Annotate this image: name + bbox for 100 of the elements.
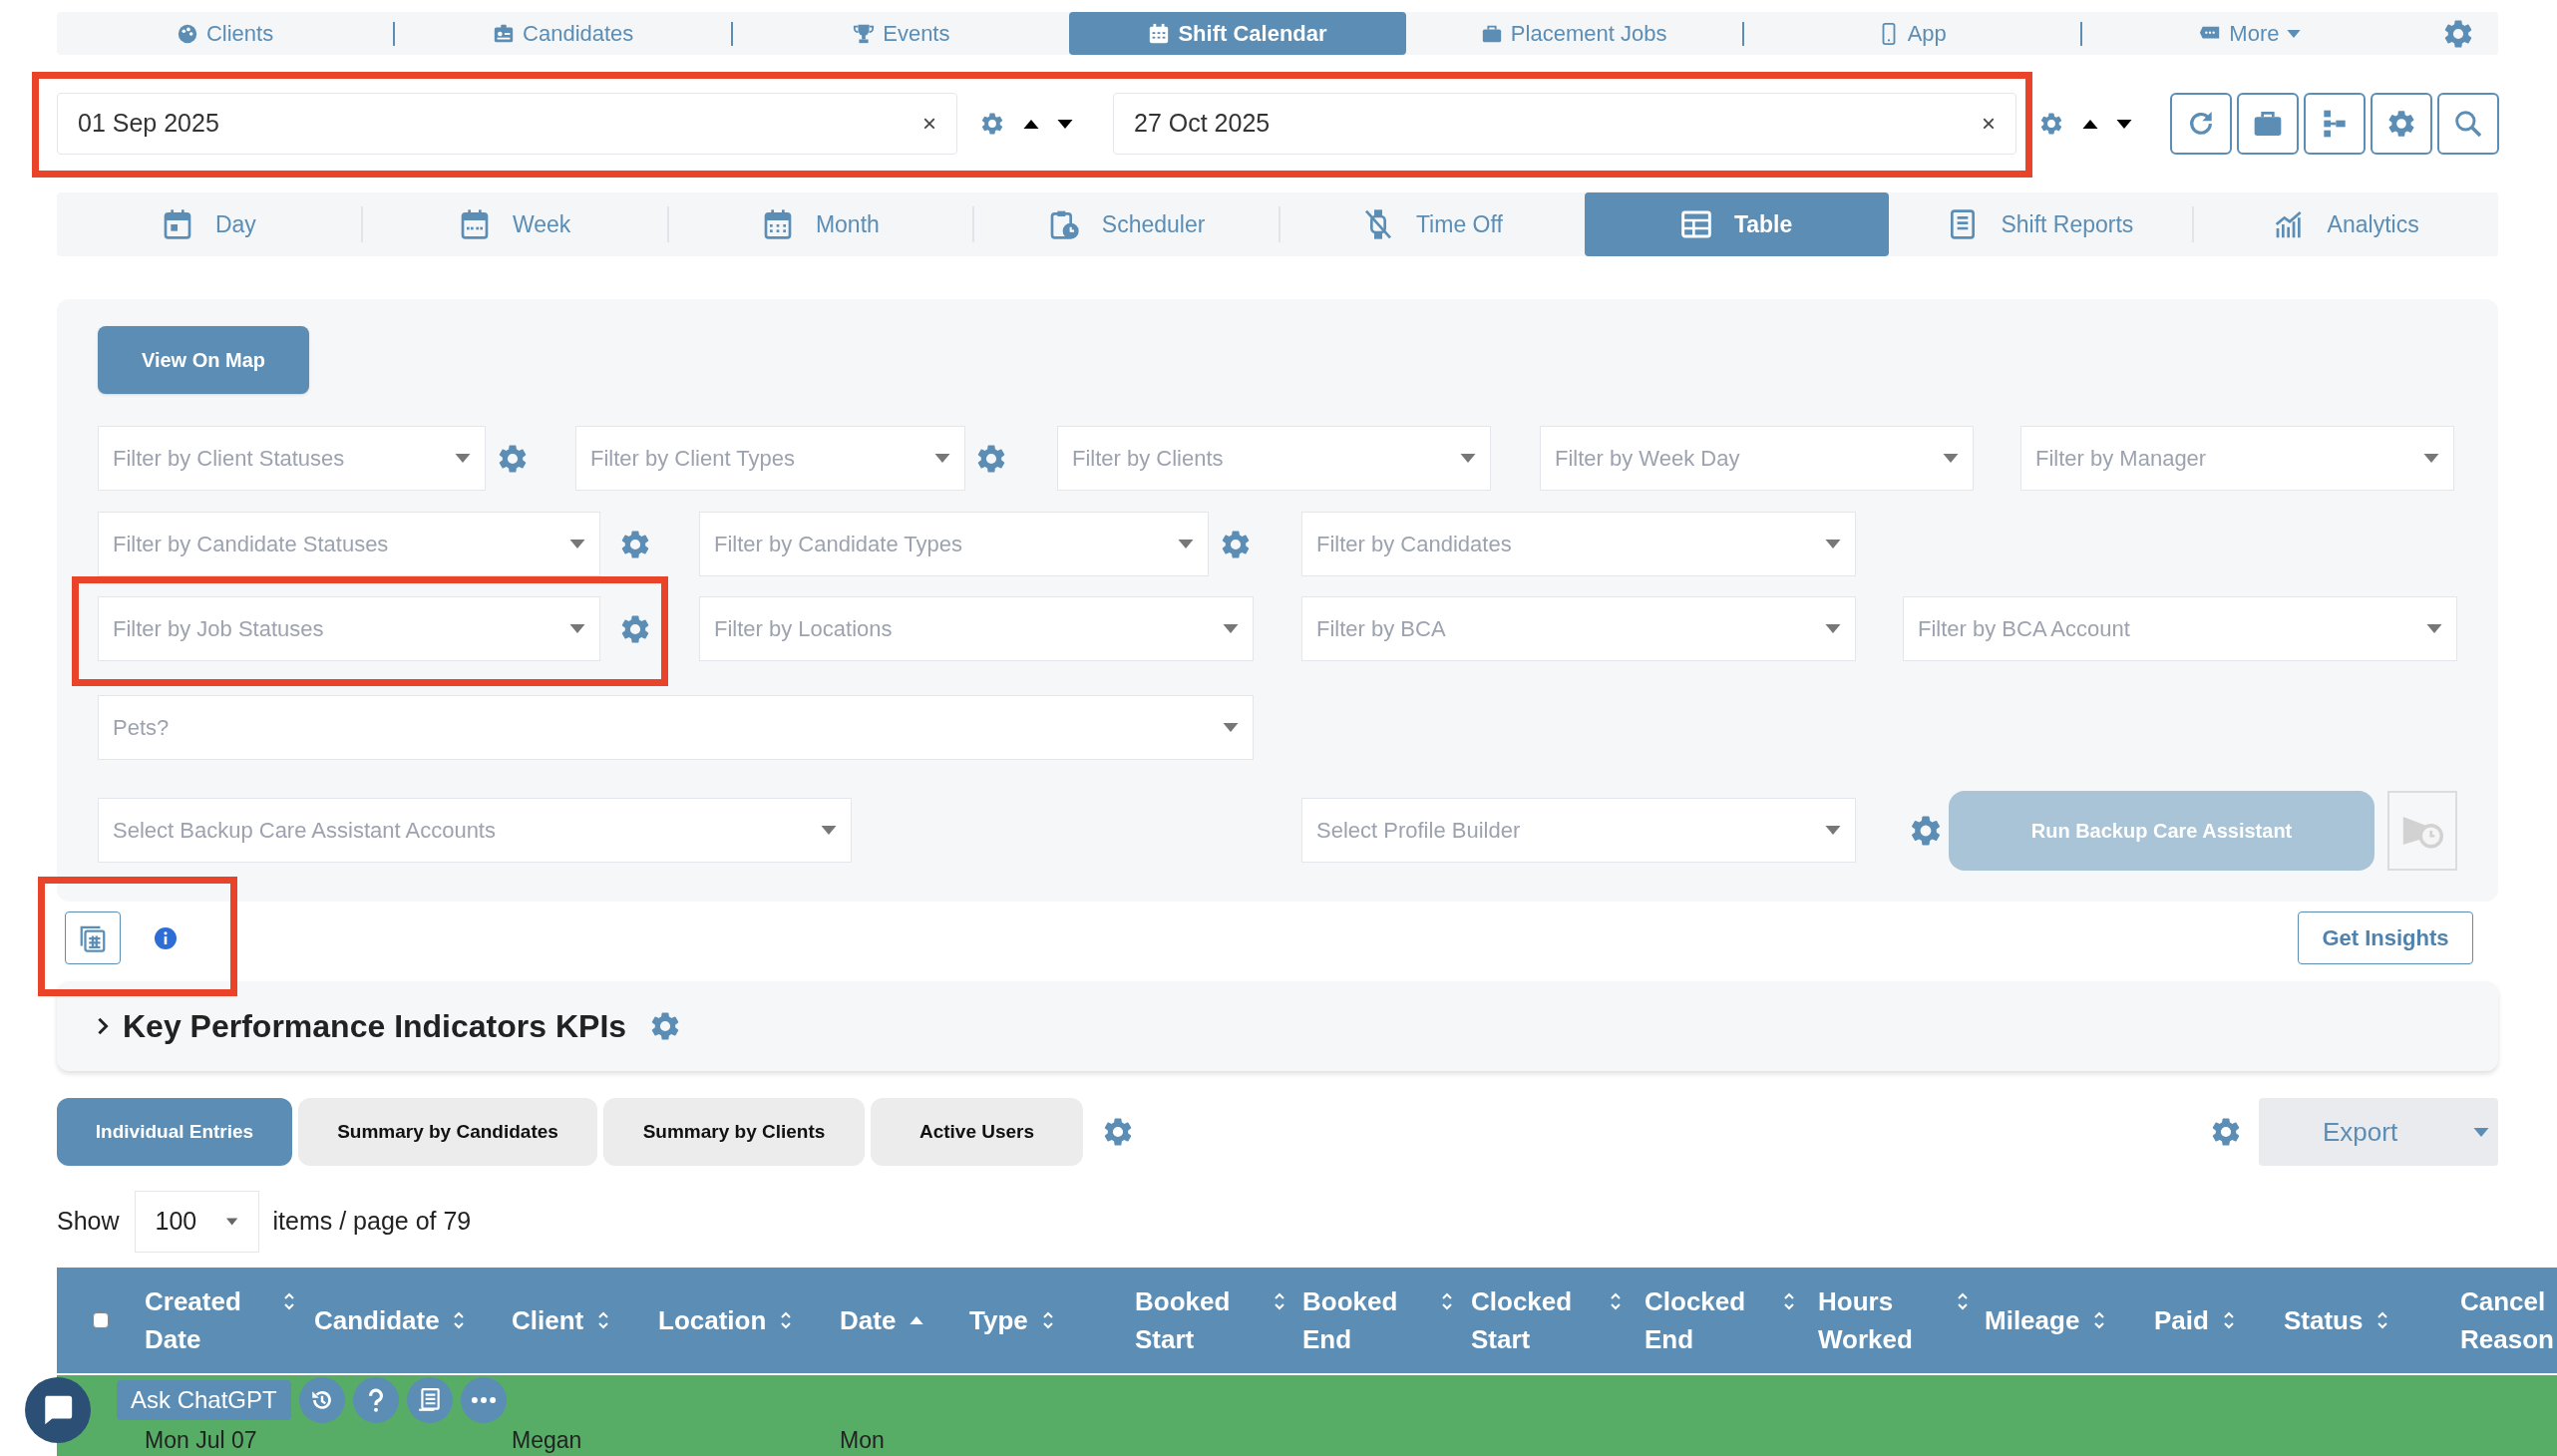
select-all-checkbox[interactable]	[93, 1312, 109, 1328]
calendar-icon	[1148, 22, 1171, 45]
view-tab[interactable]: Analytics	[2194, 192, 2498, 256]
page-size-select[interactable]: 100	[134, 1191, 259, 1253]
filter-dropdown[interactable]: Select Backup Care Assistant Accounts	[98, 798, 852, 863]
column-header[interactable]: Status	[2284, 1301, 2364, 1339]
sort-icon[interactable]	[453, 1309, 465, 1331]
filter-dropdown[interactable]: Filter by Job Statuses	[98, 596, 600, 661]
date-field[interactable]: 27 Oct 2025 ×	[1113, 93, 2016, 155]
view-tab[interactable]: Scheduler	[974, 192, 1278, 256]
filter-dropdown[interactable]: Filter by Client Statuses	[98, 426, 486, 491]
sort-icon[interactable]	[780, 1309, 793, 1331]
page-info: items / page of 79	[272, 1206, 472, 1238]
caret-down-icon	[1825, 826, 1841, 835]
report-tab[interactable]: Active Users	[871, 1098, 1083, 1166]
filter-dropdown[interactable]: Filter by Locations	[699, 596, 1254, 661]
view-tab[interactable]: Week	[362, 192, 667, 256]
date-field[interactable]: 01 Sep 2025 ×	[57, 93, 957, 155]
filter-dropdown[interactable]: Filter by Client Types	[575, 426, 965, 491]
sort-icon[interactable]	[283, 1290, 295, 1312]
document-icon	[416, 1387, 443, 1413]
view-tab[interactable]: Time Off	[1280, 192, 1585, 256]
clear-button[interactable]: ×	[1982, 106, 1996, 142]
column-header[interactable]: Client	[512, 1301, 584, 1339]
nav-tab[interactable]: More	[2081, 12, 2418, 55]
trophy-icon	[853, 22, 876, 45]
filter-dropdown[interactable]: Filter by Candidate Types	[699, 512, 1209, 576]
column-header[interactable]: Created Date	[145, 1282, 269, 1358]
view-tab[interactable]: Day	[57, 192, 361, 256]
chevron-right-icon[interactable]	[97, 1016, 109, 1036]
sort-icon[interactable]	[2093, 1309, 2106, 1331]
sort-icon[interactable]	[1610, 1290, 1622, 1312]
nav-tab[interactable]: Events	[733, 12, 1070, 55]
column-header[interactable]: Booked End	[1302, 1282, 1427, 1358]
toolbar-button[interactable]	[2170, 93, 2232, 155]
calculator-button[interactable]	[65, 911, 121, 964]
caret-down-icon	[569, 624, 585, 633]
column-header[interactable]: Clocked Start	[1471, 1282, 1596, 1358]
nav-tab[interactable]: Clients	[57, 12, 394, 55]
toolbar-button[interactable]	[2437, 93, 2499, 155]
id-badge-icon	[493, 22, 516, 45]
column-header[interactable]: Hours Worked	[1818, 1282, 1943, 1358]
report-tab[interactable]: Summary by Candidates	[298, 1098, 597, 1166]
caret-down-icon[interactable]	[2116, 119, 2132, 129]
caret-down-icon	[2426, 624, 2442, 633]
filter-dropdown[interactable]: Filter by Manager	[2020, 426, 2454, 491]
export-button[interactable]: Export	[2259, 1098, 2498, 1166]
sort-icon[interactable]	[1041, 1309, 1054, 1331]
view-on-map-button[interactable]: View On Map	[98, 326, 309, 394]
sort-ascending-icon[interactable]	[910, 1316, 924, 1324]
column-header[interactable]: Mileage	[1985, 1301, 2080, 1339]
clear-button[interactable]: ×	[922, 106, 936, 142]
toolbar-button[interactable]	[2304, 93, 2366, 155]
table-cell: Mon	[840, 1427, 885, 1453]
toolbar-button[interactable]	[2237, 93, 2299, 155]
toolbar-button[interactable]	[2371, 93, 2432, 155]
column-header[interactable]: Paid	[2154, 1301, 2209, 1339]
caret-down-icon[interactable]	[1057, 119, 1073, 129]
column-header[interactable]: Cancel Reason	[2460, 1282, 2557, 1358]
filter-dropdown[interactable]: Filter by Clients	[1057, 426, 1491, 491]
column-header[interactable]: Location	[658, 1301, 767, 1339]
table-cell: Mon Jul 07	[145, 1427, 257, 1453]
nav-tab[interactable]: App	[1743, 12, 2080, 55]
sort-icon[interactable]	[1783, 1290, 1795, 1312]
report-tab[interactable]: Individual Entries	[57, 1098, 292, 1166]
caret-up-icon[interactable]	[2082, 119, 2098, 129]
filter-dropdown[interactable]: Filter by BCA Account	[1903, 596, 2457, 661]
caret-down-icon	[1825, 540, 1841, 548]
filter-dropdown[interactable]: Select Profile Builder	[1301, 798, 1856, 863]
column-header[interactable]: Type	[969, 1301, 1028, 1339]
settings-icon[interactable]	[2038, 111, 2064, 137]
column-header[interactable]: Clocked End	[1644, 1282, 1769, 1358]
caret-down-icon	[2423, 454, 2439, 463]
column-header[interactable]: Candidate	[314, 1301, 439, 1339]
sort-icon[interactable]	[1957, 1290, 1969, 1312]
caret-up-icon[interactable]	[1023, 119, 1039, 129]
filter-dropdown[interactable]: Filter by Candidates	[1301, 512, 1856, 576]
sort-icon[interactable]	[597, 1309, 610, 1331]
filter-dropdown[interactable]: Pets?	[98, 695, 1254, 760]
sort-icon[interactable]	[1274, 1290, 1285, 1312]
sort-icon[interactable]	[1441, 1290, 1453, 1312]
ask-chatgpt-button[interactable]: Ask ChatGPT	[117, 1380, 291, 1420]
filter-dropdown[interactable]: Filter by BCA	[1301, 596, 1856, 661]
sort-icon[interactable]	[2222, 1309, 2235, 1331]
view-tab[interactable]: Month	[668, 192, 973, 256]
info-icon[interactable]	[154, 925, 178, 950]
settings-icon[interactable]	[979, 111, 1005, 137]
nav-tab[interactable]: Shift Calendar	[1069, 12, 1406, 55]
view-tab[interactable]: Table	[1584, 192, 1889, 256]
kpi-title: Key Performance Indicators KPIs	[123, 1007, 627, 1046]
report-tab[interactable]: Summary by Clients	[603, 1098, 865, 1166]
nav-tab[interactable]: Candidates	[395, 12, 732, 55]
column-header[interactable]: Date	[840, 1301, 897, 1339]
get-insights-button[interactable]: Get Insights	[2298, 911, 2473, 964]
nav-tab[interactable]: Placement Jobs	[1405, 12, 1742, 55]
sort-icon[interactable]	[2376, 1309, 2389, 1331]
view-tab[interactable]: Shift Reports	[1888, 192, 2193, 256]
column-header[interactable]: Booked Start	[1135, 1282, 1260, 1358]
filter-dropdown[interactable]: Filter by Week Day	[1540, 426, 1974, 491]
filter-dropdown[interactable]: Filter by Candidate Statuses	[98, 512, 600, 576]
